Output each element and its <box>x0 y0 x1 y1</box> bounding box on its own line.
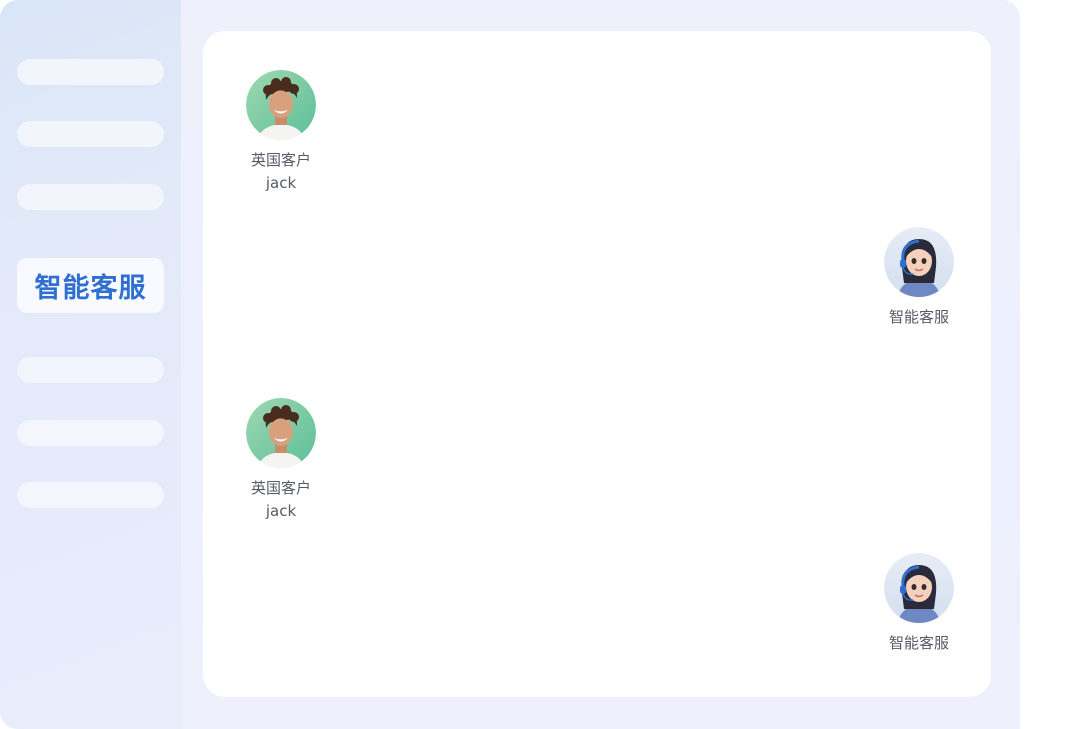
chat-message-agent: 智能客服 <box>859 553 979 655</box>
chat-message-customer: 英国客户 jack <box>221 398 341 522</box>
sidebar: 智能客服 <box>0 0 181 729</box>
app-window: 智能客服 英国客户 jack 智能客服 英国客户 jack 智能客服 <box>0 0 1020 729</box>
customer-avatar <box>246 70 316 140</box>
sender-sublabel: jack <box>265 174 297 192</box>
sidebar-item-6[interactable] <box>17 420 164 446</box>
sidebar-item-label: 智能客服 <box>34 273 147 304</box>
chat-message-customer: 英国客户 jack <box>221 70 341 194</box>
agent-avatar <box>884 227 954 297</box>
customer-avatar <box>246 398 316 468</box>
sender-name: 智能客服 <box>888 308 949 326</box>
sidebar-item-3[interactable] <box>17 184 164 210</box>
sidebar-item-7[interactable] <box>17 482 164 508</box>
sidebar-item-2[interactable] <box>17 121 164 147</box>
sender-sublabel: jack <box>265 502 297 520</box>
sender-name: 英国客户 <box>250 479 311 497</box>
sender-name: 英国客户 <box>250 151 311 169</box>
sender-name: 智能客服 <box>888 634 949 652</box>
chat-panel: 英国客户 jack 智能客服 英国客户 jack 智能客服 <box>203 31 991 697</box>
sidebar-item-5[interactable] <box>17 357 164 383</box>
sidebar-item-smart-service[interactable]: 智能客服 <box>17 258 164 313</box>
chat-message-agent: 智能客服 <box>859 227 979 329</box>
agent-avatar <box>884 553 954 623</box>
sidebar-item-1[interactable] <box>17 59 164 85</box>
